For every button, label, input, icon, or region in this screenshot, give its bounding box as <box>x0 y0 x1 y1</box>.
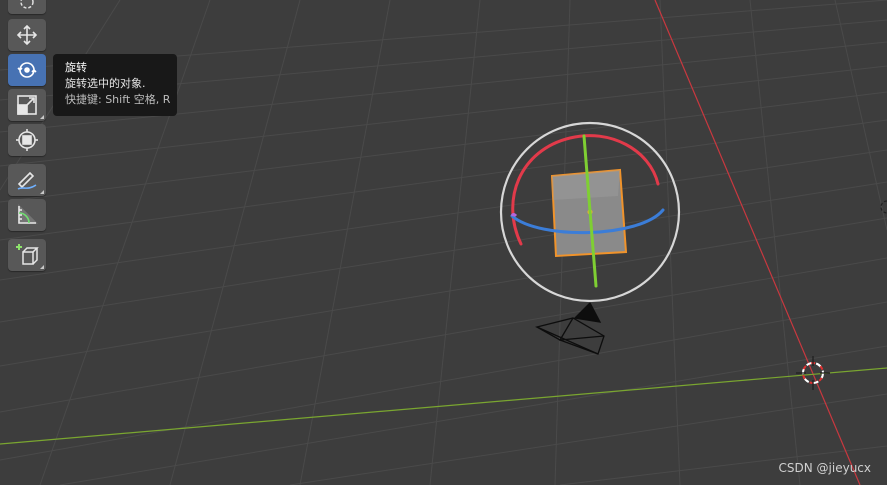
rotate-gizmo[interactable] <box>499 121 681 303</box>
scale-tool-button[interactable] <box>8 89 46 121</box>
transform-tool-button[interactable] <box>8 124 46 156</box>
rotate-tooltip: 旋转 旋转选中的对象. 快捷键: Shift 空格, R <box>53 54 177 116</box>
camera-object[interactable] <box>535 301 605 355</box>
add-cube-icon <box>16 244 39 265</box>
measure-ruler-icon <box>18 204 38 224</box>
move-tool-button[interactable] <box>8 19 46 51</box>
y-axis-line <box>0 367 887 445</box>
scale-icon <box>17 95 37 115</box>
transform-icon <box>16 129 38 151</box>
annotate-pencil-icon <box>17 171 37 190</box>
annotate-tool-button[interactable] <box>8 164 46 196</box>
add-cube-options-corner-icon <box>40 265 44 269</box>
annotate-options-corner-icon <box>40 190 44 194</box>
rotate-icon <box>17 62 37 78</box>
move-icon <box>16 24 38 46</box>
measure-tool-button[interactable] <box>8 199 46 231</box>
add-cube-tool-button[interactable] <box>8 239 46 271</box>
tooltip-shortcut: 快捷键: Shift 空格, R <box>65 93 171 106</box>
cursor-icon <box>20 0 34 9</box>
tooltip-description: 旋转选中的对象. <box>65 77 146 90</box>
tooltip-title: 旋转 <box>65 61 87 74</box>
watermark: CSDN @jieyucx <box>778 461 871 475</box>
scale-options-corner-icon <box>40 115 44 119</box>
cursor-tool-button[interactable] <box>8 0 46 14</box>
rotate-tool-button[interactable] <box>8 54 46 86</box>
